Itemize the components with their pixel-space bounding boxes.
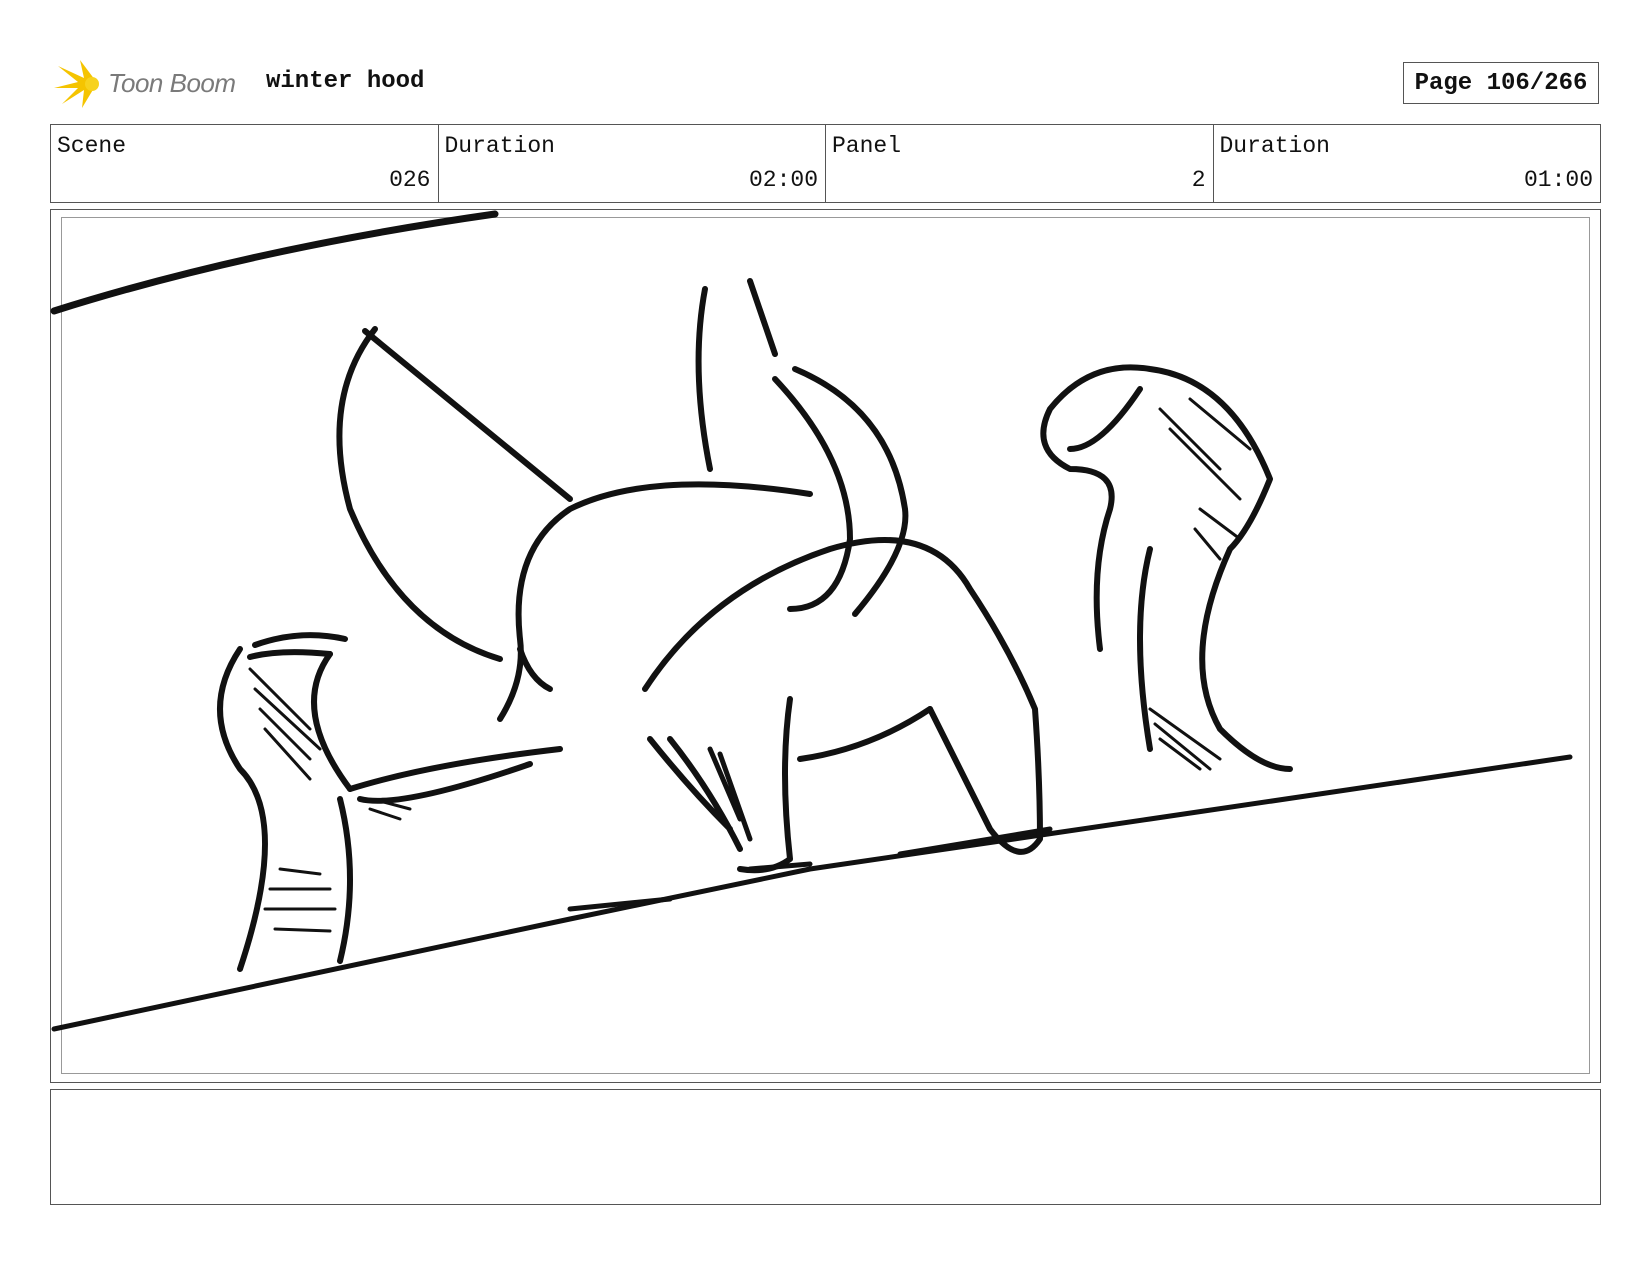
scene-label: Scene [57,133,127,159]
panel-duration-value: 01:00 [1523,167,1593,193]
storyboard-sketch [50,210,1573,1032]
page-indicator: Page 106/266 [1403,62,1599,104]
notes-box [50,1089,1601,1205]
panel-duration-cell: Duration 01:00 [1214,125,1601,202]
toon-boom-logo: Toon Boom [54,58,254,110]
panel-label: Panel [832,133,902,159]
scene-value: 026 [389,167,431,193]
scene-cell: Scene 026 [51,125,439,202]
scene-duration-label: Duration [444,133,555,159]
panel-duration-label: Duration [1219,133,1330,159]
scene-info-table: Scene 026 Duration 02:00 Panel 2 Duratio… [50,124,1601,203]
document-title: winter hood [266,68,425,95]
scene-duration-value: 02:00 [748,167,818,193]
panel-value: 2 [1191,167,1206,193]
logo-wordmark: Toon Boom [108,68,236,98]
starburst-icon [54,60,99,108]
scene-duration-cell: Duration 02:00 [439,125,826,202]
panel-cell: Panel 2 [826,125,1214,202]
